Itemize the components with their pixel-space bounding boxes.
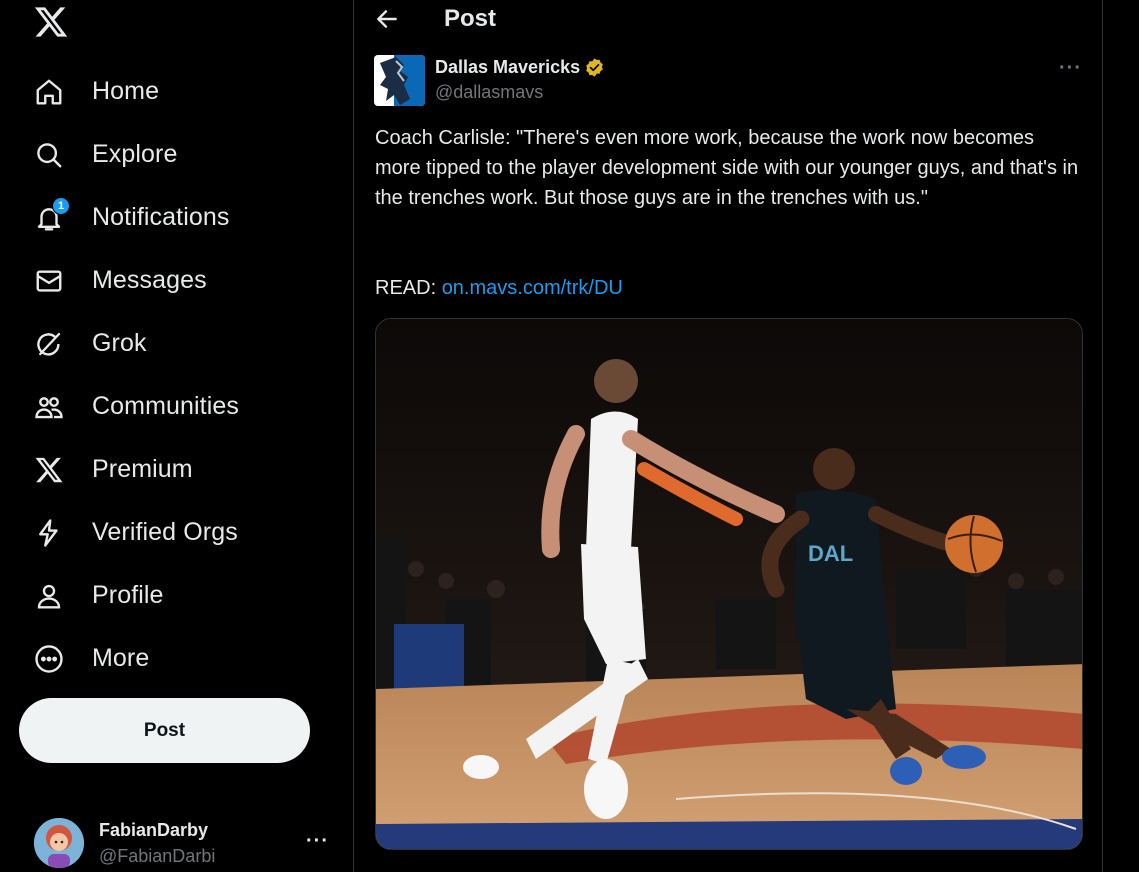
main-column: Post Dallas Mavericks @dallasmavs ··· Co… [353,0,1103,872]
author-avatar[interactable] [374,55,425,106]
nav-label-messages: Messages [92,266,207,294]
post-link[interactable]: on.mavs.com/trk/DU [442,277,623,299]
post-text: Coach Carlisle: "There's even more work,… [375,127,1084,209]
nav-item-explore[interactable]: Explore [20,123,239,186]
nav-item-communities[interactable]: Communities [20,375,239,438]
nav-item-verified-orgs[interactable]: Verified Orgs [20,501,239,564]
author-name-row[interactable]: Dallas Mavericks [435,57,605,78]
basketball-photo: DAL [376,319,1082,849]
verified-badge-icon[interactable] [584,57,605,78]
nav-item-grok[interactable]: Grok [20,312,239,375]
sidebar: Home Explore 1 Notifications Messages Gr… [0,0,353,872]
bell-icon: 1 [20,196,80,233]
nav-label-premium: Premium [92,455,193,483]
nav-label-profile: Profile [92,581,164,609]
nav-item-home[interactable]: Home [20,60,239,123]
primary-nav: Home Explore 1 Notifications Messages Gr… [20,60,239,690]
account-handle: @FabianDarbi [99,846,216,866]
read-line: READ: on.mavs.com/trk/DU [375,273,623,303]
account-switcher[interactable]: FabianDarby @FabianDarbi ··· [34,816,334,872]
nav-item-more[interactable]: More [20,627,239,690]
search-icon [20,140,80,170]
nav-label-notifications: Notifications [92,203,230,231]
author-handle[interactable]: @dallasmavs [435,82,543,103]
x-logo-icon[interactable] [33,4,69,40]
lightning-icon [20,518,80,548]
home-icon [20,77,80,107]
nav-item-premium[interactable]: Premium [20,438,239,501]
account-name: FabianDarby [99,820,209,840]
post-image[interactable]: DAL [375,318,1083,850]
x-logo-icon [20,455,80,485]
nav-label-communities: Communities [92,392,239,420]
nav-item-messages[interactable]: Messages [20,249,239,312]
more-icon[interactable]: ··· [1059,57,1082,80]
notification-badge: 1 [52,196,70,215]
page-title: Post [444,5,497,32]
more-circle-icon [20,644,80,674]
nav-label-home: Home [92,77,160,105]
nav-label-verified-orgs: Verified Orgs [92,518,238,546]
nav-label-explore: Explore [92,140,178,168]
more-icon[interactable]: ··· [306,830,329,853]
read-prefix: READ: [375,277,442,299]
envelope-icon [20,266,80,296]
post-header: Post [354,0,1102,40]
nav-item-profile[interactable]: Profile [20,564,239,627]
grok-icon [20,329,80,359]
nav-label-grok: Grok [92,329,147,357]
author-name[interactable]: Dallas Mavericks [435,57,580,78]
nav-label-more: More [92,644,150,672]
back-arrow-icon[interactable] [374,6,400,32]
person-icon [20,581,80,611]
nav-item-notifications[interactable]: 1 Notifications [20,186,239,249]
avatar [34,818,84,868]
people-icon [20,392,80,422]
svg-text:DAL: DAL [808,541,853,566]
post-button[interactable]: Post [19,698,310,763]
